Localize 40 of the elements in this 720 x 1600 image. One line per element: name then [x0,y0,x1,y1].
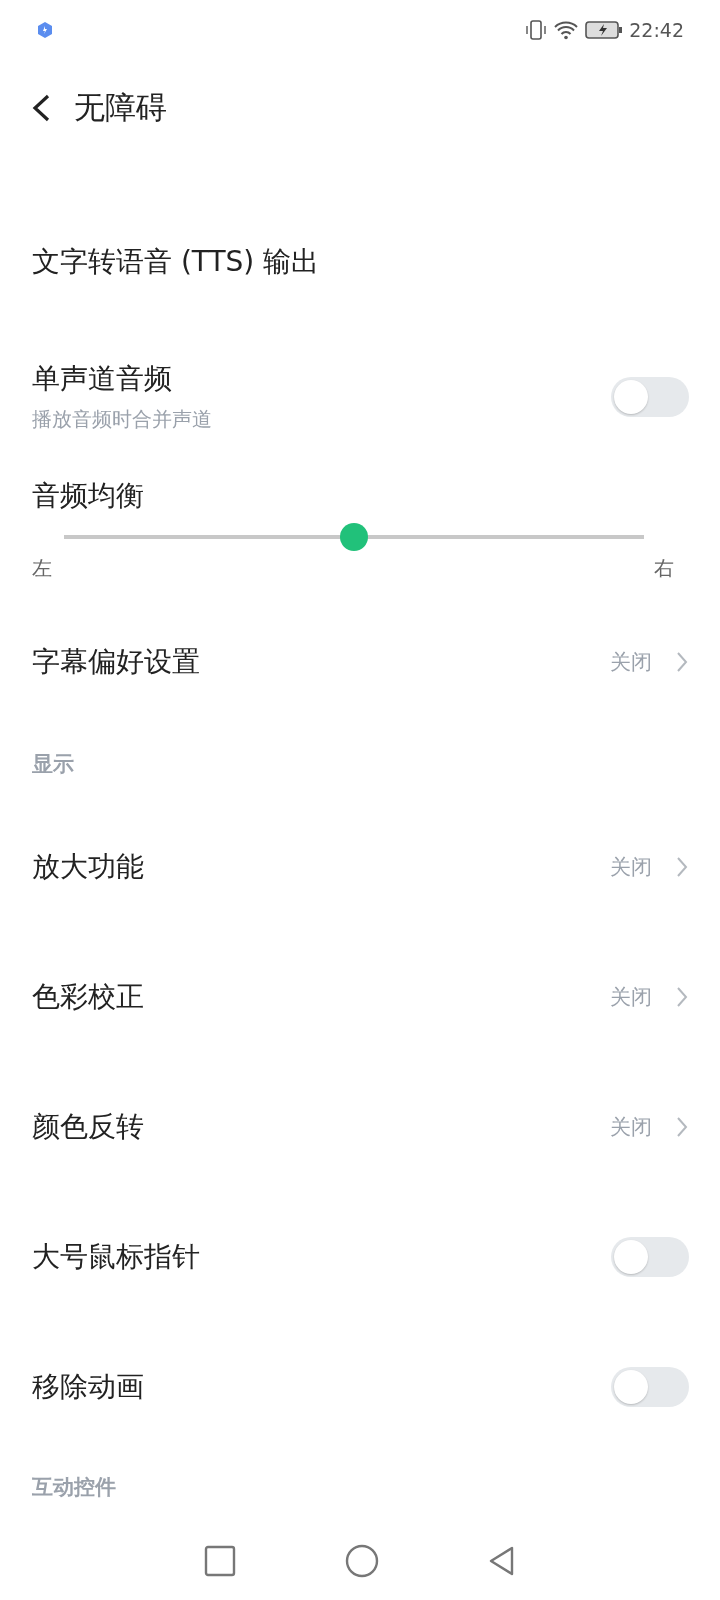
slider-max-label: 右 [654,554,674,582]
item-label: 色彩校正 [32,978,144,1015]
chevron-right-icon [676,650,688,673]
status-time: 22:42 [629,18,684,41]
item-label: 字幕偏好设置 [32,643,200,680]
item-label: 颜色反转 [32,1108,144,1145]
item-label: 文字转语音 (TTS) 输出 [32,243,320,280]
settings-item[interactable]: 色彩校正 关闭 [0,931,720,1062]
chevron-right-icon [676,855,688,878]
slider-min-label: 左 [32,554,52,582]
item-label: 单声道音频 [32,361,173,398]
item-value: 关闭 [610,983,652,1011]
item-label: 音频均衡 [32,477,145,514]
home-icon[interactable] [345,1543,379,1578]
item-label: 移除动画 [32,1368,144,1405]
chevron-right-icon [676,1115,688,1138]
settings-item[interactable]: 颜色反转 关闭 [0,1061,720,1192]
vibrate-icon [525,18,548,41]
item-subtitle: 播放音频时合并声道 [32,406,212,434]
shield-icon [36,20,54,39]
item-label: 大号鼠标指针 [32,1238,200,1275]
back-nav-icon[interactable] [487,1544,516,1577]
section-header: 显示 [32,751,74,779]
item-value: 关闭 [610,853,652,881]
toggle-switch[interactable] [611,1366,689,1407]
slider-thumb[interactable] [340,522,368,551]
settings-item[interactable]: 文字转语音 (TTS) 输出 [0,196,720,327]
battery-icon [585,19,624,40]
page-title: 无障碍 [74,88,167,128]
toggle-switch[interactable] [611,376,689,417]
back-icon[interactable] [30,93,52,124]
chevron-right-icon [676,985,688,1008]
toggle-switch[interactable] [611,1236,689,1277]
recents-icon[interactable] [204,1544,237,1577]
item-value: 关闭 [610,648,652,676]
item-label: 放大功能 [32,848,144,885]
item-value: 关闭 [610,1113,652,1141]
section-header: 互动控件 [32,1473,116,1501]
settings-item[interactable]: 字幕偏好设置 关闭 [0,596,720,727]
settings-item[interactable]: 放大功能 关闭 [0,801,720,932]
